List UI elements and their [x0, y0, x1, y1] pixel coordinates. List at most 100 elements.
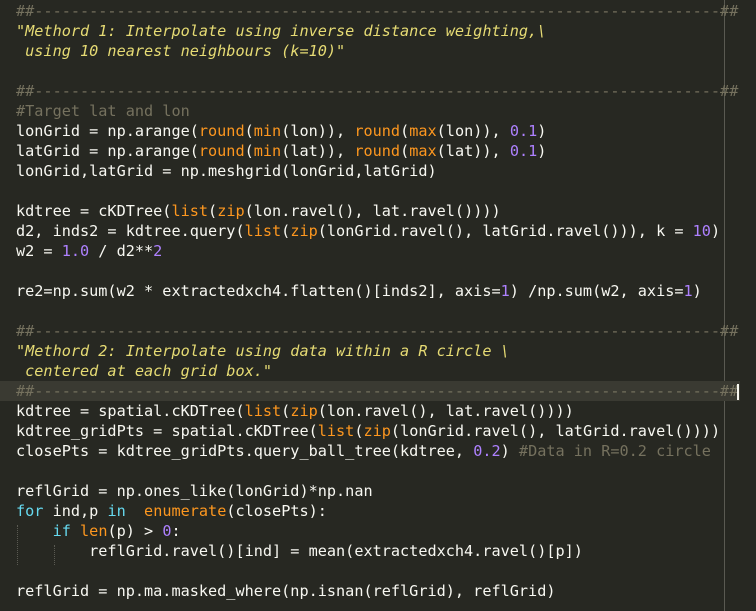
code-line[interactable]: ##--------------------------------------…: [16, 1, 756, 21]
code-token: using 10 nearest neighbours (k=10)": [16, 42, 346, 60]
code-token: 1: [683, 282, 693, 300]
code-token: ##--------------------------------------…: [16, 82, 739, 100]
code-token: round: [354, 122, 401, 140]
code-token: kdtree_gridPts = spatial.cKDTree(: [16, 422, 318, 440]
code-token: reflGrid = np.ones_like(lonGrid)*np.nan: [16, 482, 373, 500]
code-token: #Data in R=0.2 circle: [518, 442, 711, 460]
code-token: (p) >: [107, 522, 163, 540]
code-editor[interactable]: ##--------------------------------------…: [0, 0, 756, 611]
code-line[interactable]: [16, 561, 756, 581]
code-token: d2, inds2 = kdtree.query(: [16, 222, 245, 240]
code-line[interactable]: w2 = 1.0 / d2**2: [16, 241, 756, 261]
code-token: kdtree = cKDTree(: [16, 202, 172, 220]
code-line[interactable]: for ind,p in enumerate(closePts):: [16, 501, 756, 521]
code-token: zip: [363, 422, 391, 440]
code-token: / d2**: [89, 242, 154, 260]
code-token: kdtree = spatial.cKDTree(: [16, 402, 245, 420]
code-token: #Target lat and lon: [16, 102, 190, 120]
code-line[interactable]: #Target lat and lon: [16, 101, 756, 121]
code-line[interactable]: if len(p) > 0:: [16, 521, 756, 541]
code-token: in: [107, 502, 126, 520]
text-cursor: [737, 383, 740, 400]
code-token: max: [409, 142, 437, 160]
code-line[interactable]: [16, 461, 756, 481]
code-line[interactable]: "Methord 1: Interpolate using inverse di…: [16, 21, 756, 41]
code-token: 10: [692, 222, 711, 240]
code-token: list: [171, 202, 209, 220]
code-line[interactable]: d2, inds2 = kdtree.query(list(zip(lonGri…: [16, 221, 756, 241]
code-token: centered at each grid box.": [16, 362, 273, 380]
code-token: (lat)),: [436, 142, 510, 160]
code-token: (: [244, 122, 254, 140]
code-token: w2 =: [16, 242, 62, 260]
code-token: (lon.ravel(), lat.ravel()))): [244, 202, 501, 220]
code-token: reflGrid.ravel()[ind] = mean(extractedxc…: [16, 542, 583, 560]
code-line[interactable]: closePts = kdtree_gridPts.query_ball_tre…: [16, 441, 756, 461]
code-token: reflGrid = np.ma.masked_where(np.isnan(r…: [16, 582, 556, 600]
code-token: ): [710, 222, 721, 240]
code-token: (: [244, 142, 254, 160]
code-token: 0.2: [473, 442, 501, 460]
code-line[interactable]: reflGrid = np.ma.masked_where(np.isnan(r…: [16, 581, 756, 601]
code-token: (lat)),: [281, 142, 355, 160]
code-line[interactable]: centered at each grid box.": [16, 361, 756, 381]
code-token: 2: [153, 242, 163, 260]
code-line[interactable]: kdtree = cKDTree(list(zip(lon.ravel(), l…: [16, 201, 756, 221]
code-line[interactable]: [16, 301, 756, 321]
code-line[interactable]: [16, 61, 756, 81]
code-token: 1: [500, 282, 510, 300]
code-line[interactable]: latGrid = np.arange(round(min(lat)), rou…: [16, 141, 756, 161]
code-line[interactable]: kdtree = spatial.cKDTree(list(zip(lon.ra…: [16, 401, 756, 421]
code-token: ): [537, 142, 547, 160]
code-token: ##--------------------------------------…: [16, 322, 739, 340]
code-token: 0.1: [509, 122, 538, 140]
code-token: (: [281, 222, 291, 240]
code-token: min: [253, 142, 282, 160]
code-line[interactable]: [16, 181, 756, 201]
code-line[interactable]: ##--------------------------------------…: [16, 321, 756, 341]
code-token: closePts = kdtree_gridPts.query_ball_tre…: [16, 442, 474, 460]
code-line[interactable]: "Methord 2: Interpolate using data withi…: [16, 341, 756, 361]
code-token: ): [537, 122, 547, 140]
code-token: for: [16, 502, 44, 520]
code-line[interactable]: reflGrid.ravel()[ind] = mean(extractedxc…: [16, 541, 756, 561]
code-token: "Methord 1: Interpolate using inverse di…: [16, 22, 547, 40]
code-line[interactable]: ##--------------------------------------…: [0, 381, 740, 401]
code-token: re2=np.sum(w2 * extractedxch4.flatten()[…: [16, 282, 501, 300]
code-line[interactable]: [16, 261, 756, 281]
code-token: max: [409, 122, 437, 140]
code-line[interactable]: lonGrid,latGrid = np.meshgrid(lonGrid,la…: [16, 161, 756, 181]
code-line[interactable]: ##--------------------------------------…: [16, 81, 756, 101]
code-token: :: [171, 522, 181, 540]
code-token: if: [52, 522, 71, 540]
code-token: lonGrid,latGrid = np.meshgrid(lonGrid,la…: [16, 162, 437, 180]
code-token: len: [80, 522, 108, 540]
code-token: zip: [217, 202, 245, 220]
code-line[interactable]: reflGrid = np.ones_like(lonGrid)*np.nan: [16, 481, 756, 501]
code-token: round: [198, 122, 245, 140]
code-token: ): [500, 442, 519, 460]
code-line[interactable]: using 10 nearest neighbours (k=10)": [16, 41, 756, 61]
code-token: (lon)),: [281, 122, 355, 140]
code-line[interactable]: lonGrid = np.arange(round(min(lon)), rou…: [16, 121, 756, 141]
code-token: (: [400, 122, 410, 140]
code-token: ) /np.sum(w2, axis=: [509, 282, 684, 300]
code-token: ind,p: [43, 502, 108, 520]
code-line[interactable]: kdtree_gridPts = spatial.cKDTree(list(zi…: [16, 421, 756, 441]
code-token: round: [198, 142, 245, 160]
code-token: ##--------------------------------------…: [16, 2, 739, 20]
code-token: zip: [290, 402, 318, 420]
code-line[interactable]: re2=np.sum(w2 * extractedxch4.flatten()[…: [16, 281, 756, 301]
code-token: 0.1: [509, 142, 538, 160]
code-token: (: [208, 202, 218, 220]
code-token: min: [253, 122, 282, 140]
code-token: "Methord 2: Interpolate using data withi…: [16, 342, 510, 360]
code-token: 0: [162, 522, 172, 540]
code-token: list: [244, 402, 282, 420]
code-token: enumerate: [144, 502, 227, 520]
code-token: list: [317, 422, 355, 440]
code-token: latGrid = np.arange(: [16, 142, 199, 160]
